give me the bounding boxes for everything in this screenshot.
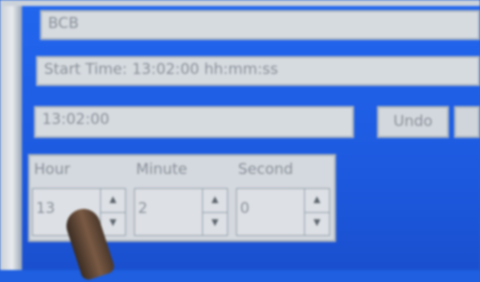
hour-value[interactable]: 13 (36, 199, 55, 217)
undo-button-label: Undo (393, 112, 433, 130)
top-text-field-value: BCB (48, 14, 79, 32)
device-bezel (0, 0, 22, 270)
minute-label: Minute (136, 160, 188, 178)
minute-spinner-buttons: ▲ ▼ (202, 189, 227, 235)
hour-down-arrow-icon[interactable]: ▼ (101, 212, 125, 235)
second-label: Second (238, 160, 294, 178)
second-up-arrow-icon[interactable]: ▲ (305, 189, 329, 213)
undo-button[interactable]: Undo (377, 106, 449, 138)
second-down-arrow-icon[interactable]: ▼ (305, 212, 329, 235)
hour-up-arrow-icon[interactable]: ▲ (101, 189, 125, 213)
minute-column: Minute 2 ▲ ▼ (132, 156, 232, 240)
start-time-label: Start Time: 13:02:00 hh:mm:ss (44, 60, 279, 78)
minute-down-arrow-icon[interactable]: ▼ (203, 212, 227, 235)
time-display-field[interactable]: 13:02:00 (34, 106, 354, 138)
extra-button[interactable] (454, 106, 480, 138)
second-value[interactable]: 0 (240, 199, 250, 217)
top-text-field[interactable]: BCB (40, 10, 480, 40)
second-spinner-buttons: ▲ ▼ (304, 189, 329, 235)
second-spinner[interactable]: 0 ▲ ▼ (236, 188, 330, 236)
minute-spinner[interactable]: 2 ▲ ▼ (134, 188, 228, 236)
hour-spinner-buttons: ▲ ▼ (100, 189, 125, 235)
second-column: Second 0 ▲ ▼ (234, 156, 334, 240)
minute-up-arrow-icon[interactable]: ▲ (203, 189, 227, 213)
hour-label: Hour (34, 160, 71, 178)
start-time-field: Start Time: 13:02:00 hh:mm:ss (36, 56, 480, 86)
time-display-value: 13:02:00 (42, 110, 110, 128)
minute-value[interactable]: 2 (138, 199, 148, 217)
